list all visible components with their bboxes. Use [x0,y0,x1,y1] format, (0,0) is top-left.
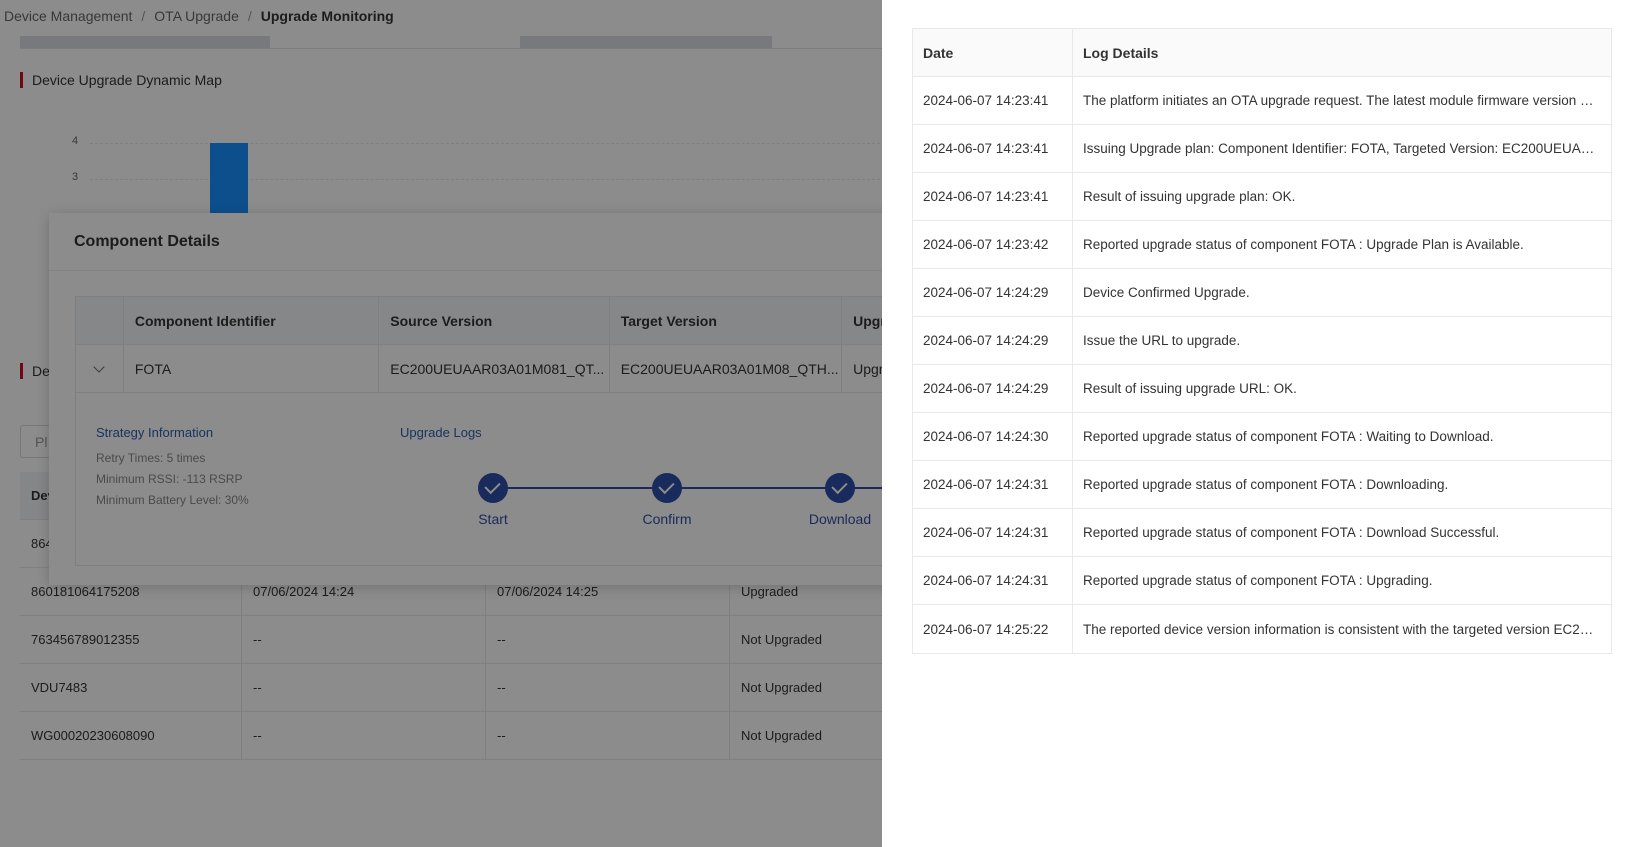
log-date: 2024-06-07 14:24:29 [913,317,1073,364]
log-detail: Reported upgrade status of component FOT… [1083,573,1433,588]
log-detail-cell: Reported upgrade status of component FOT… [1073,221,1611,268]
table-row: 2024-06-07 14:23:41 Issuing Upgrade plan:… [913,125,1611,173]
log-detail: Result of issuing upgrade URL: OK. [1083,381,1297,396]
table-row: 2024-06-07 14:24:31 Reported upgrade stat… [913,461,1611,509]
log-detail-cell: The reported device version information … [1073,605,1611,653]
log-detail-cell: The platform initiates an OTA upgrade re… [1073,77,1611,124]
log-date: 2024-06-07 14:25:22 [913,605,1073,653]
log-date: 2024-06-07 14:24:31 [913,461,1073,508]
log-date: 2024-06-07 14:24:29 [913,365,1073,412]
log-detail: Reported upgrade status of component FOT… [1083,477,1449,492]
log-detail-cell: Result of issuing upgrade plan: OK. [1073,173,1611,220]
log-detail-cell: Reported upgrade status of component FOT… [1073,557,1611,604]
log-detail-cell: Result of issuing upgrade URL: OK. [1073,365,1611,412]
log-detail-cell: Reported upgrade status of component FOT… [1073,509,1611,556]
table-row: 2024-06-07 14:24:31 Reported upgrade stat… [913,557,1611,605]
log-detail-cell: Issue the URL to upgrade. [1073,317,1611,364]
table-row: 2024-06-07 14:23:41 The platform initiate… [913,77,1611,125]
log-detail-cell: Reported upgrade status of component FOT… [1073,461,1611,508]
log-detail: Reported upgrade status of component FOT… [1083,429,1494,444]
table-row: 2024-06-07 14:25:22 The reported device v… [913,605,1611,653]
log-table: Date Log Details 2024-06-07 14:23:41 The … [912,28,1612,654]
log-date: 2024-06-07 14:24:31 [913,509,1073,556]
upgrade-log-drawer: Date Log Details 2024-06-07 14:23:41 The … [882,0,1639,847]
log-detail: Device Confirmed Upgrade. [1083,285,1250,300]
log-date: 2024-06-07 14:23:41 [913,125,1073,172]
log-date: 2024-06-07 14:24:31 [913,557,1073,604]
log-detail: The reported device version information … [1083,621,1599,637]
table-row: 2024-06-07 14:24:31 Reported upgrade stat… [913,509,1611,557]
log-date: 2024-06-07 14:23:42 [913,221,1073,268]
table-header: Date Log Details [913,29,1611,77]
table-row: 2024-06-07 14:24:30 Reported upgrade stat… [913,413,1611,461]
column-header-date: Date [913,29,1073,76]
column-header-log-details: Log Details [1083,44,1159,61]
log-detail: The platform initiates an OTA upgrade re… [1083,93,1599,108]
log-detail: Issuing Upgrade plan: Component Identifi… [1083,141,1599,156]
log-detail-cell: Device Confirmed Upgrade. [1073,269,1611,316]
table-row: 2024-06-07 14:23:42 Reported upgrade stat… [913,221,1611,269]
table-row: 2024-06-07 14:24:29 Result of issuing upg… [913,365,1611,413]
log-date: 2024-06-07 14:24:30 [913,413,1073,460]
log-detail: Reported upgrade status of component FOT… [1083,525,1500,540]
log-detail: Result of issuing upgrade plan: OK. [1083,189,1296,204]
log-detail-cell: Issuing Upgrade plan: Component Identifi… [1073,125,1611,172]
log-detail: Issue the URL to upgrade. [1083,333,1241,348]
table-row: 2024-06-07 14:24:29 Device Confirmed Upgr… [913,269,1611,317]
log-detail: Reported upgrade status of component FOT… [1083,237,1524,252]
table-row: 2024-06-07 14:23:41 Result of issuing upg… [913,173,1611,221]
log-date: 2024-06-07 14:23:41 [913,173,1073,220]
log-date: 2024-06-07 14:23:41 [913,77,1073,124]
table-row: 2024-06-07 14:24:29 Issue the URL to upgr… [913,317,1611,365]
log-detail-cell: Reported upgrade status of component FOT… [1073,413,1611,460]
log-date: 2024-06-07 14:24:29 [913,269,1073,316]
